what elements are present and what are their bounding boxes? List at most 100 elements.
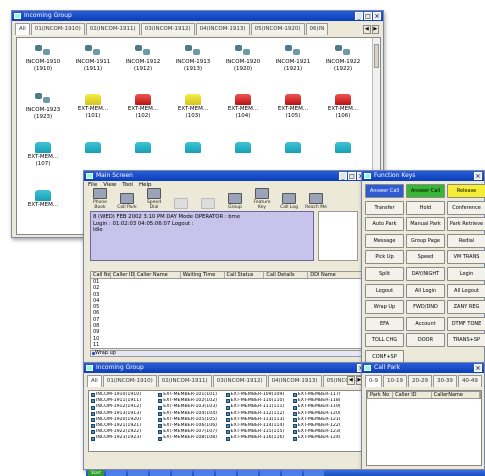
function-key-park-retrieve[interactable]: Park Retrieve (447, 217, 485, 232)
toolbar-button-4[interactable] (196, 198, 220, 210)
function-key-release[interactable]: Release (447, 184, 485, 198)
phone-item[interactable]: INCOM-1922 (1922) (323, 44, 363, 72)
menu-item-2[interactable]: Tool (122, 182, 133, 188)
column-header[interactable]: Waiting Time (181, 272, 225, 278)
tab-1[interactable]: 01(INCOM-1910) (30, 23, 85, 35)
tab-3[interactable]: 03(INCOM-1912) (212, 375, 267, 387)
list-item[interactable]: EXT-MEMBER-124( (292, 435, 360, 441)
toolbar-button-5[interactable]: Group (223, 193, 247, 210)
taskbar-item[interactable] (149, 470, 170, 476)
taskbar-item[interactable] (171, 470, 192, 476)
call-park-tab-2[interactable]: 20-29 (407, 375, 432, 387)
member-list[interactable]: INCOM-1910(1910) EXT-MEMBER-101(101) EXT-M… (88, 390, 363, 452)
phone-item[interactable] (173, 140, 213, 154)
tab-right-arrow-icon[interactable]: ▶ (371, 25, 379, 34)
list-item[interactable]: EXT-MEMBER-116(116) (225, 435, 293, 441)
phone-item[interactable]: EXT-MEM... (105) (273, 92, 313, 119)
tab-0[interactable]: All (87, 375, 102, 387)
start-button[interactable]: Start (88, 470, 104, 476)
call-row[interactable]: 11 (93, 342, 364, 348)
taskbar-item[interactable] (215, 470, 236, 476)
column-header[interactable]: Caller ID (111, 272, 135, 278)
function-key-transfer[interactable]: Transfer (365, 200, 404, 215)
function-key-toll-chg[interactable]: TOLL CHG (365, 333, 404, 348)
function-key-efa[interactable]: EFA (365, 316, 404, 331)
function-key-dtmf-tone[interactable]: DTMF TONE (447, 316, 485, 331)
function-key-answer-call[interactable]: Answer Call (365, 184, 404, 198)
phone-item[interactable]: EXT-MEM... (103) (173, 92, 213, 119)
list-item[interactable]: EXT-MEMBER-108(108) (158, 435, 225, 441)
main-screen-titlebar[interactable]: Main Screen _□× (84, 171, 367, 181)
toolbar-button-3[interactable] (169, 198, 193, 210)
call-table-body[interactable]: 01 02 03 04 05 06 07 08 09 10 11 (90, 279, 365, 349)
incoming-small-titlebar[interactable]: Incoming Group × (84, 363, 367, 373)
minimize-button[interactable]: _ (339, 172, 347, 180)
tab-left-arrow-icon[interactable]: ◀ (347, 376, 355, 385)
function-key-wrap-up[interactable]: Wrap Up (365, 300, 404, 315)
function-key-account[interactable]: Account (406, 316, 445, 331)
phone-item[interactable]: INCOM-1921 (1921) (273, 44, 313, 72)
phone-item[interactable]: EXT-MEM... (23, 188, 63, 209)
column-header[interactable]: Call No (91, 272, 111, 278)
taskbar-item[interactable] (105, 470, 126, 476)
function-key-message[interactable]: Message (365, 233, 404, 248)
column-header[interactable]: Caller Name (135, 272, 181, 278)
close-button[interactable]: × (474, 364, 482, 372)
tab-2[interactable]: 02(INCOM-1911) (157, 375, 212, 387)
toolbar-button-0[interactable]: Phone Book (88, 188, 112, 210)
phone-item[interactable]: INCOM-1911 (1911) (73, 44, 113, 72)
function-key-day-night[interactable]: DAY/NIGHT (406, 267, 445, 281)
taskbar-item[interactable] (281, 470, 302, 476)
toolbar-button-6[interactable]: Feature Key (250, 188, 274, 210)
tab-0[interactable]: All (15, 23, 30, 35)
call-park-titlebar[interactable]: Call Park × (362, 363, 484, 373)
function-key-split[interactable]: Split (365, 267, 404, 281)
tab-scroll[interactable]: ◀ ▶ (363, 25, 379, 34)
phone-item[interactable] (73, 140, 113, 154)
toolbar-button-8[interactable]: Reach Me (304, 193, 328, 210)
toolbar-button-1[interactable]: Call Park (115, 193, 139, 210)
phone-item[interactable] (123, 140, 163, 154)
tab-6[interactable]: 06(IN (305, 23, 329, 35)
call-park-tab-3[interactable]: 30-39 (432, 375, 457, 387)
phone-item[interactable]: INCOM-1923 (1923) (23, 92, 63, 120)
function-key-answer-call[interactable]: Answer Call (406, 184, 445, 198)
list-item[interactable]: INCOM-1923(1923) (91, 435, 158, 441)
taskbar-item[interactable] (127, 470, 148, 476)
column-header[interactable]: Park No (368, 392, 394, 398)
tab-3[interactable]: 03(INCOM-1912) (140, 23, 195, 35)
function-key-pick-up[interactable]: Pick Up (365, 250, 404, 265)
phone-item[interactable]: INCOM-1912 (1912) (123, 44, 163, 72)
phone-item[interactable] (273, 140, 313, 154)
taskbar-item[interactable] (303, 470, 324, 476)
call-park-tab-0[interactable]: 0-9 (365, 375, 382, 387)
column-header[interactable]: Call Status (225, 272, 265, 278)
maximize-button[interactable]: □ (348, 172, 356, 180)
phone-item[interactable]: EXT-MEM... (101) (73, 92, 113, 119)
function-key-zany-reg[interactable]: ZANY REG (447, 300, 485, 315)
function-key-fwd-dnd[interactable]: FWD/DND (406, 300, 445, 315)
phone-item[interactable]: EXT-MEM... (104) (223, 92, 263, 119)
tab-4[interactable]: 04(INCOM-1913) (195, 23, 250, 35)
phone-item[interactable] (323, 140, 363, 154)
function-key-door[interactable]: DOOR (406, 333, 445, 348)
column-header[interactable]: CallerName (432, 392, 480, 398)
scroll-thumb[interactable] (374, 44, 379, 68)
function-key-redial[interactable]: Redial (447, 233, 485, 248)
toolbar-button-7[interactable]: Call Log (277, 193, 301, 210)
toolbar-button-2[interactable]: Speed Dial (142, 188, 166, 210)
phone-item[interactable]: EXT-MEM... (107) (23, 140, 63, 167)
function-key-trans-sp[interactable]: TRANS+SP (447, 333, 485, 348)
function-key-all-logout[interactable]: All Logout (447, 283, 485, 298)
close-button[interactable]: × (474, 172, 482, 180)
function-key-vm-trans[interactable]: VM TRANS (447, 250, 485, 265)
function-key-hold[interactable]: Hold (406, 200, 445, 215)
phone-item[interactable]: EXT-MEM... (106) (323, 92, 363, 119)
phone-item[interactable]: INCOM-1913 (1913) (173, 44, 213, 72)
function-key-auto-park[interactable]: Auto Park (365, 217, 404, 232)
function-key-login[interactable]: Login (447, 267, 485, 281)
tab-5[interactable]: 05(INCOM-1920) (250, 23, 305, 35)
taskbar-item[interactable] (237, 470, 258, 476)
column-header[interactable]: DDI Name (308, 272, 365, 278)
function-key-speed[interactable]: Speed (406, 250, 445, 265)
